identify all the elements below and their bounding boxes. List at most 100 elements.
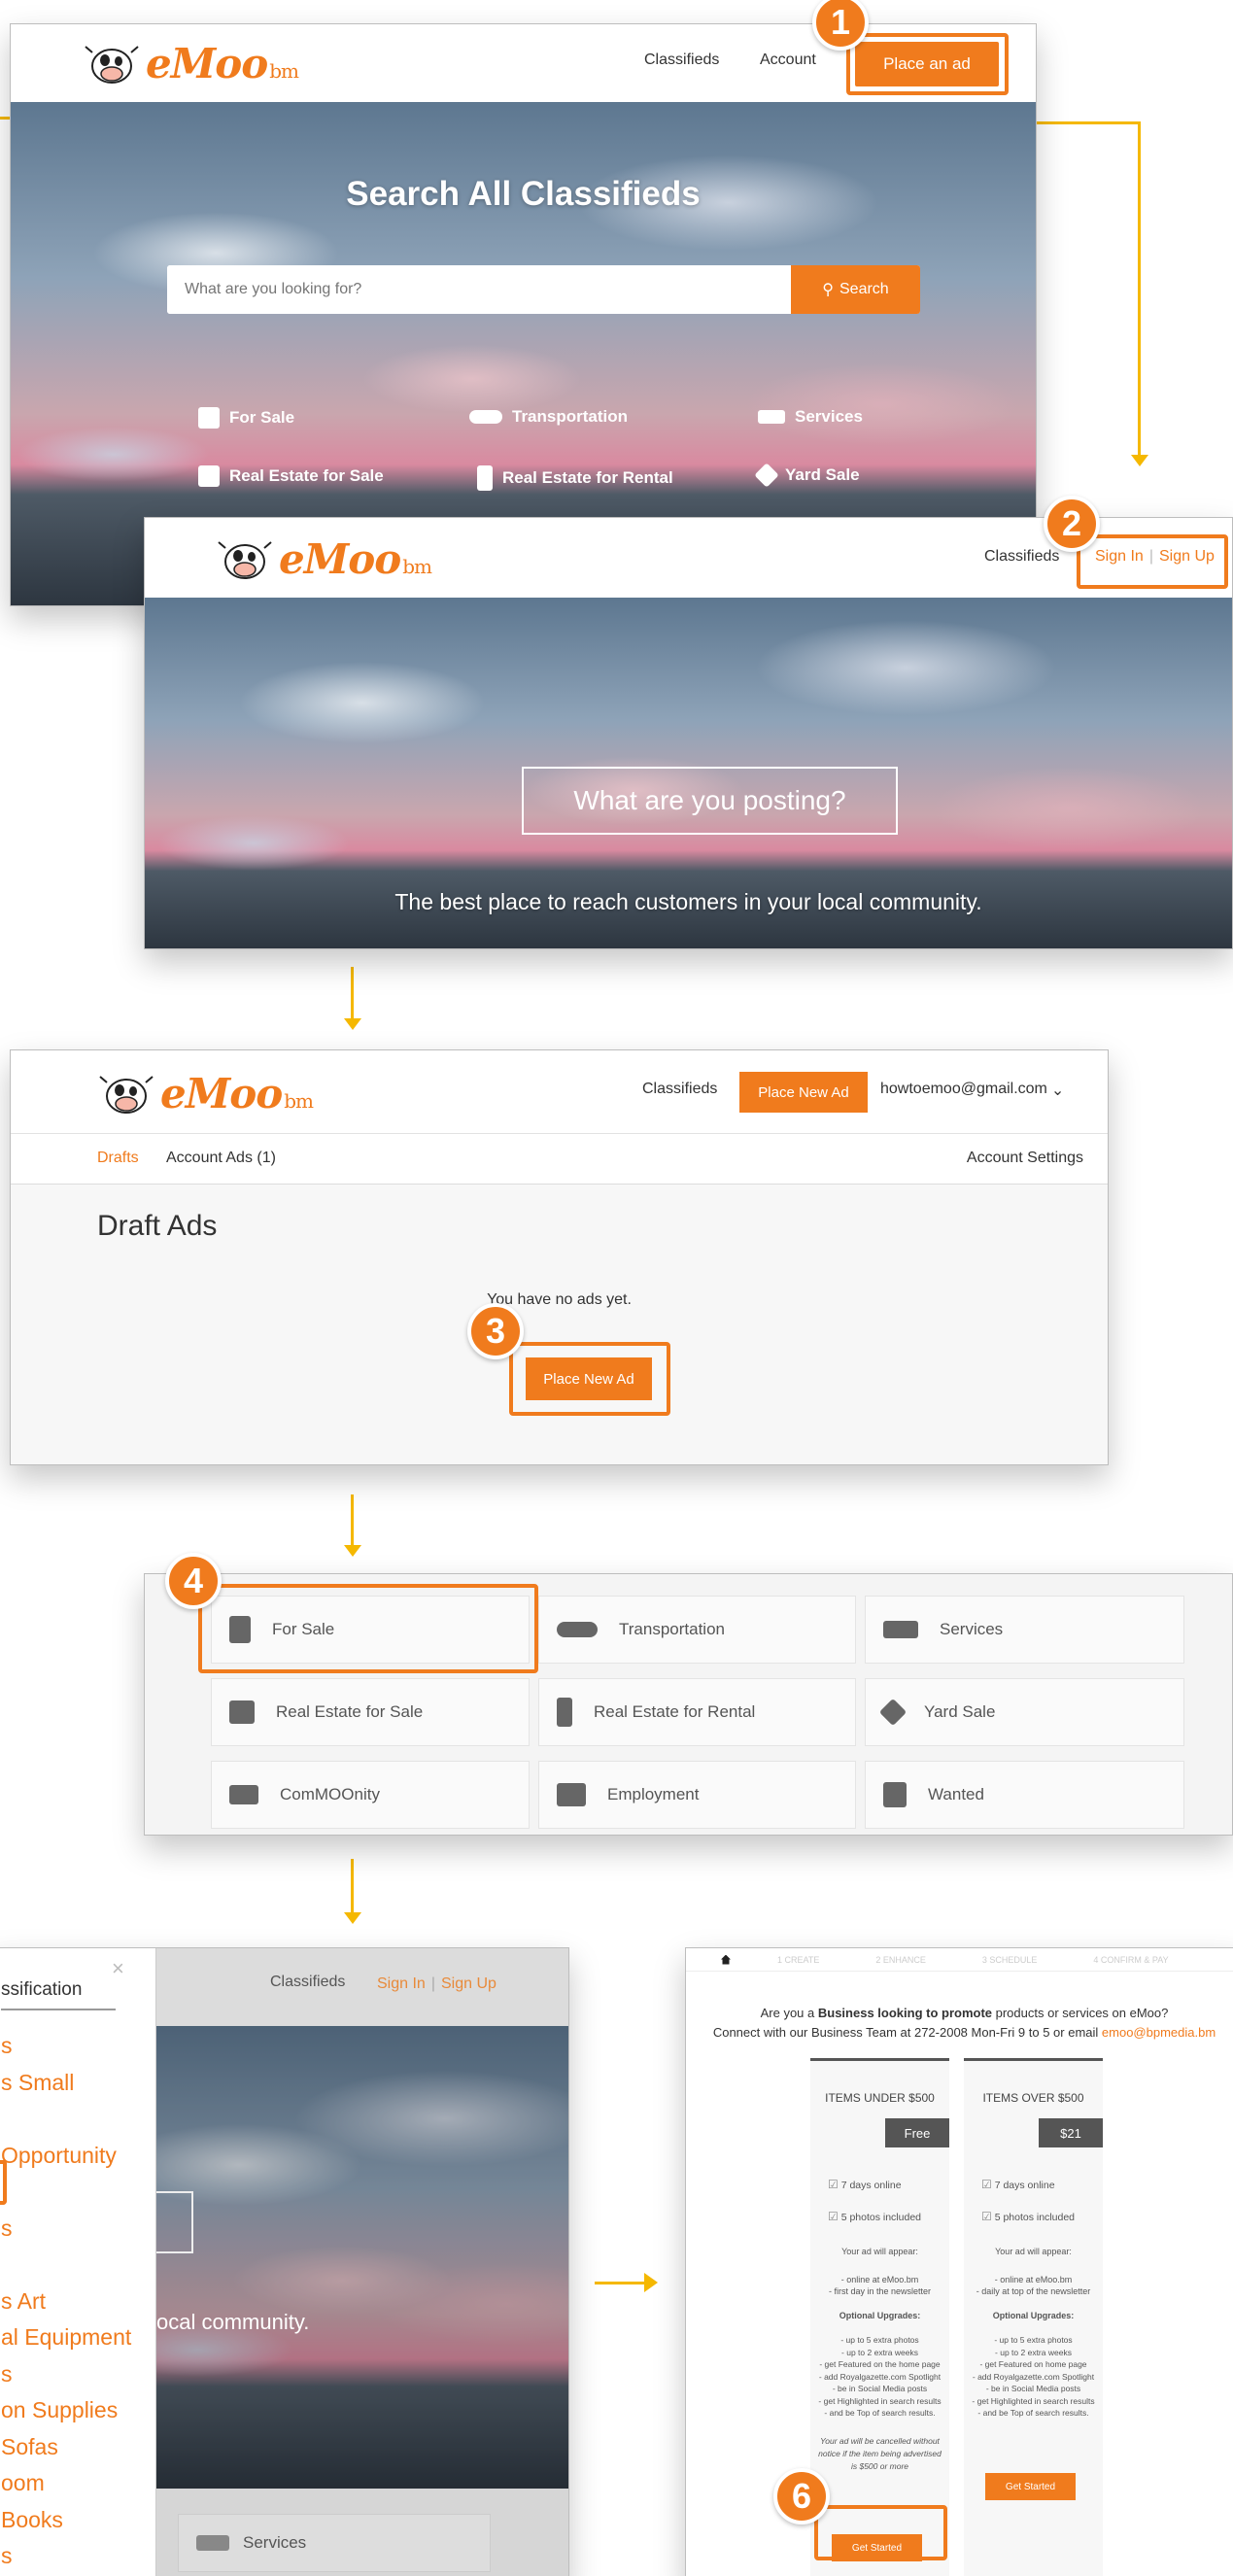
shopping-bag-icon: [198, 407, 220, 429]
category-card-wanted[interactable]: Wanted: [865, 1761, 1184, 1829]
subcategory-item[interactable]: s Small: [1, 2065, 155, 2102]
sign-in-link[interactable]: Sign In: [377, 1975, 426, 1993]
upgrade-item: - up to 2 extra weeks: [841, 2347, 918, 2357]
category-card-real-estate-sale[interactable]: Real Estate for Sale: [211, 1678, 530, 1746]
category-card-real-estate-rental[interactable]: Real Estate for Rental: [538, 1678, 856, 1746]
upgrade-item: - get Highlighted in search results: [972, 2395, 1095, 2406]
car-icon: [557, 1622, 598, 1637]
upgrade-item: - up to 5 extra photos: [994, 2335, 1073, 2345]
appear-item: - first day in the newsletter: [828, 2286, 932, 2296]
subcategory-item[interactable]: [1, 2101, 155, 2138]
car-icon: [469, 410, 502, 424]
upgrades-title: Optional Upgrades:: [992, 2311, 1075, 2320]
category-card-community[interactable]: ComMOOnity: [211, 1761, 530, 1829]
appear-item: - online at eMoo.bm: [994, 2275, 1073, 2284]
plan-price: Free: [885, 2118, 949, 2147]
subcategory-item[interactable]: s: [1, 2028, 155, 2065]
subcategory-item[interactable]: s: [1, 2211, 155, 2248]
emoo-logo[interactable]: eMoo bm: [84, 40, 299, 87]
category-card-services[interactable]: Services: [865, 1596, 1184, 1664]
category-real-estate-rental[interactable]: Real Estate for Rental: [477, 465, 673, 491]
tag-icon: [878, 1698, 908, 1727]
logo-wordmark: eMoo bm: [279, 535, 432, 583]
step3-highlight: [509, 1342, 670, 1416]
upgrade-item: - add Royalgazette.com Spotlight: [818, 2371, 942, 2382]
category-real-estate-sale[interactable]: Real Estate for Sale: [198, 465, 384, 487]
step-badge-3: 3: [467, 1303, 524, 1359]
hero-button-outline-fragment: [156, 2191, 193, 2253]
upgrade-item: - add Royalgazette.com Spotlight: [972, 2371, 1095, 2382]
sign-up-link[interactable]: Sign Up: [441, 1975, 497, 1993]
wizard-steps: 1 CREATE 2 ENHANCE 3 SCHEDULE 4 CONFIRM …: [686, 1948, 1233, 1972]
page-title: Draft Ads: [97, 1210, 218, 1242]
category-card-employment[interactable]: Employment: [538, 1761, 856, 1829]
step-badge-4: 4: [165, 1553, 222, 1609]
account-tabs: Drafts Account Ads (1) Account Settings: [11, 1134, 1108, 1185]
subcategory-item[interactable]: [1, 2174, 155, 2211]
category-yard-sale[interactable]: Yard Sale: [754, 463, 860, 488]
category-services[interactable]: Services: [758, 407, 863, 427]
selected-subcategory-highlight: [0, 2160, 7, 2205]
plan-price: $21: [1039, 2118, 1103, 2147]
subcategory-item[interactable]: s Art: [1, 2284, 155, 2320]
plan-feature: ☑ 5 photos included: [828, 2210, 922, 2223]
nav-classifieds-link[interactable]: Classifieds: [642, 1081, 717, 1098]
category-transportation[interactable]: Transportation: [469, 407, 628, 427]
building-icon: [557, 1698, 572, 1727]
nav-account-link[interactable]: Account: [760, 52, 816, 69]
business-intro: Are you a Business looking to promote pr…: [686, 2004, 1233, 2043]
category-card-transportation[interactable]: Transportation: [538, 1596, 856, 1664]
close-icon[interactable]: ×: [112, 1956, 124, 1981]
checkbox-checked-icon: ☑: [981, 2178, 992, 2191]
subcategory-list: ss Small Opportunity s s Art al Equipment s on…: [1, 2028, 155, 2575]
category-for-sale[interactable]: For Sale: [198, 407, 294, 429]
step-badge-6: 6: [773, 2468, 830, 2524]
intro-line-1: Are you a Business looking to promote pr…: [760, 2006, 1169, 2020]
subcategory-item[interactable]: [1, 2247, 155, 2284]
handshake-icon: [758, 410, 785, 424]
house-icon: [883, 1782, 907, 1807]
nav-place-new-ad-button[interactable]: Place New Ad: [739, 1072, 868, 1113]
wizard-step-confirm: 4 CONFIRM & PAY: [1093, 1954, 1169, 1965]
subcategory-item[interactable]: Sofas: [1, 2429, 155, 2466]
subcategory-item[interactable]: s: [1, 2356, 155, 2393]
tab-account-settings[interactable]: Account Settings: [967, 1150, 1083, 1167]
handshake-icon: [196, 2535, 229, 2551]
category-card-services-fragment[interactable]: Services: [178, 2514, 491, 2572]
search-button[interactable]: ⚲ Search: [791, 265, 920, 314]
hero-title: Search All Classifieds: [346, 175, 701, 213]
subcategory-item[interactable]: on Supplies: [1, 2392, 155, 2429]
hero-tagline-fragment: ocal community.: [156, 2310, 310, 2334]
account-email-dropdown[interactable]: howtoemoo@gmail.com ⌄: [880, 1081, 1064, 1100]
upgrade-item: - up to 5 extra photos: [840, 2335, 919, 2345]
nav-classifieds-link[interactable]: Classifieds: [270, 1974, 345, 1991]
upgrade-item: - get Featured on home page: [979, 2359, 1087, 2369]
screen-category-select: For Sale Transportation Services Real Es…: [144, 1573, 1233, 1836]
tab-account-ads[interactable]: Account Ads (1): [166, 1150, 276, 1167]
chevron-down-icon: ⌄: [1050, 1082, 1065, 1099]
subcategory-item[interactable]: oom: [1, 2465, 155, 2502]
intro-line-2: Connect with our Business Team at 272-20…: [712, 2025, 1216, 2040]
screen-draft-ads: eMoo bm Classifieds Place New Ad howtoemo…: [10, 1049, 1109, 1465]
tab-drafts[interactable]: Drafts: [97, 1150, 139, 1167]
home-icon[interactable]: [721, 1954, 731, 1965]
emoo-logo[interactable]: eMoo bm: [98, 1070, 314, 1117]
screen-subcategory-drawer: × ssification ss Small Opportunity s s Art a…: [0, 1947, 569, 2576]
hero-background-photo: [156, 2026, 568, 2489]
emoo-logo[interactable]: eMoo bm: [217, 535, 432, 583]
subcategory-item[interactable]: al Equipment: [1, 2319, 155, 2356]
search-input[interactable]: [167, 265, 791, 314]
category-card-yard-sale[interactable]: Yard Sale: [865, 1678, 1184, 1746]
subcategory-item[interactable]: Opportunity: [1, 2138, 155, 2175]
nav-classifieds-link[interactable]: Classifieds: [644, 52, 719, 69]
subcategory-item[interactable]: Books: [1, 2502, 155, 2539]
plan-feature: ☑ 7 days online: [981, 2178, 1055, 2191]
get-started-button[interactable]: Get Started: [985, 2473, 1076, 2500]
nav-classifieds-link[interactable]: Classifieds: [984, 548, 1059, 566]
what-are-you-posting-button[interactable]: What are you posting?: [522, 767, 898, 835]
upgrades-title: Optional Upgrades:: [839, 2311, 921, 2320]
plan-feature: ☑ 7 days online: [828, 2178, 902, 2191]
subcategory-item[interactable]: s: [1, 2538, 155, 2575]
wizard-step-enhance: 2 ENHANCE: [875, 1954, 926, 1965]
business-email-link[interactable]: emoo@bpmedia.bm: [1102, 2025, 1216, 2040]
